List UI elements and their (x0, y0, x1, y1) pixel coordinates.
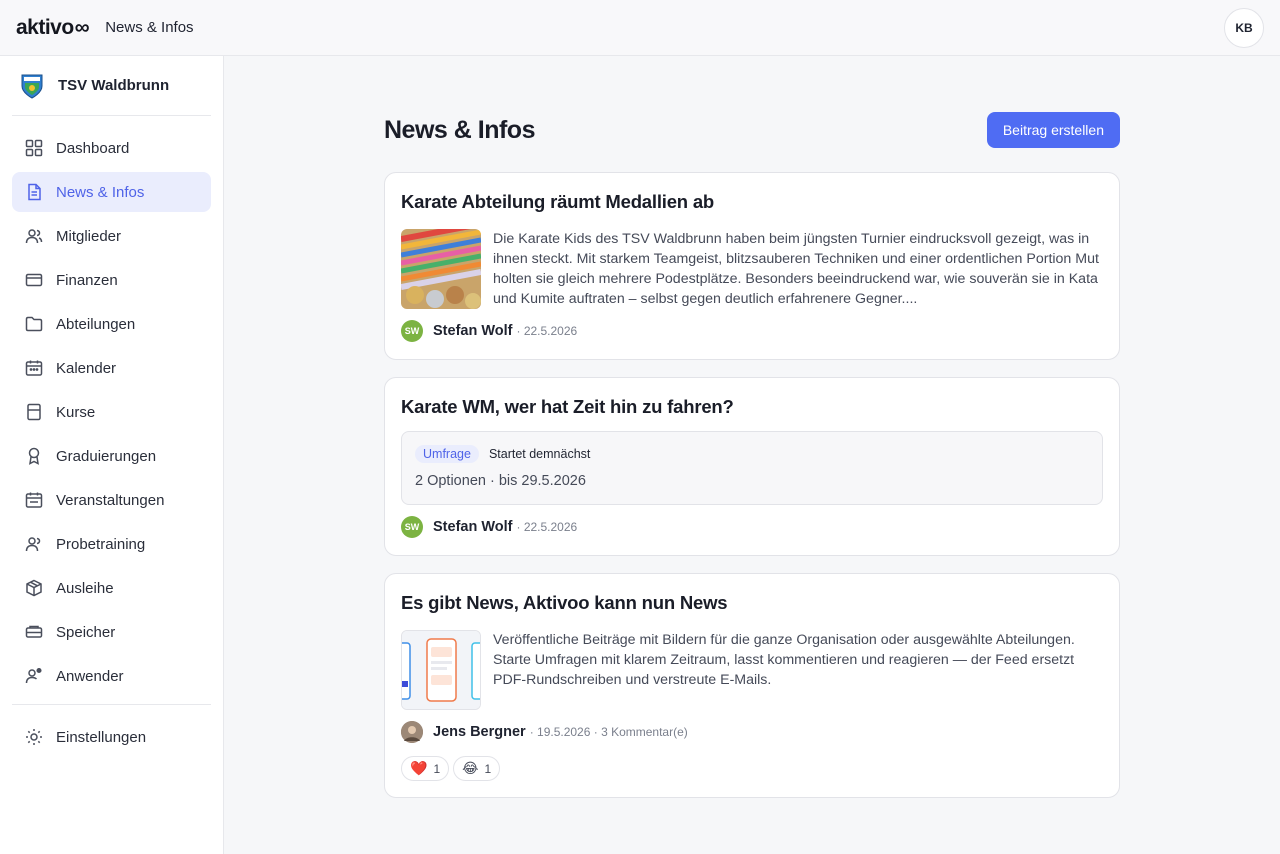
post-excerpt: Die Karate Kids des TSV Waldbrunn haben … (493, 231, 1099, 307)
poll-header: Umfrage Startet demnächst (415, 444, 1090, 464)
sidebar-divider (12, 704, 211, 705)
post-date-comments: · 19.5.2026 · 3 Kommentar(e) (529, 725, 688, 739)
topbar: aktivo ∞ News & Infos KB (0, 0, 1280, 56)
poll-badge: Umfrage (415, 445, 479, 463)
sidebar-item-ausleihe[interactable]: Ausleihe (12, 568, 211, 608)
user-cog-icon (25, 667, 42, 684)
sidebar-item-finanzen[interactable]: Finanzen (12, 260, 211, 300)
post-excerpt: Veröffentliche Beiträge mit Bildern für … (493, 632, 1075, 688)
heart-emoji-icon: ❤️ (410, 760, 428, 776)
book-icon (27, 403, 41, 421)
users-icon (25, 229, 43, 244)
post-title: Karate WM, wer hat Zeit hin zu fahren? (401, 396, 734, 417)
poll-status: Startet demnächst (488, 447, 591, 461)
post-meta: SW Stefan Wolf · 22.5.2026 (401, 515, 1103, 539)
sun-gear-icon (26, 729, 42, 745)
sidebar-item-veranstaltungen[interactable]: Veranstaltungen (12, 480, 211, 520)
post-thumbnail-app-screens[interactable] (401, 630, 481, 710)
post-title: Es gibt News, Aktivoo kann nun News (401, 592, 728, 613)
org-name: TSV Waldbrunn (58, 77, 170, 94)
sidebar-item-label: Speicher (56, 623, 116, 641)
calendar-icon (25, 360, 43, 376)
post-body: Die Karate Kids des TSV Waldbrunn haben … (401, 229, 1103, 309)
topbar-page-label: News & Infos (105, 19, 194, 36)
poll-info: 2 Optionen · bis 29.5.2026 (415, 473, 586, 489)
storage-icon (25, 625, 43, 638)
sidebar-item-mitglieder[interactable]: Mitglieder (12, 216, 211, 256)
sidebar-item-label: Abteilungen (56, 315, 136, 333)
sidebar-item-label: Anwender (56, 667, 124, 685)
post-card[interactable]: Karate WM, wer hat Zeit hin zu fahren? U… (384, 377, 1120, 556)
page-header: News & Infos Beitrag erstellen (384, 112, 1120, 148)
sidebar-item-abteilungen[interactable]: Abteilungen (12, 304, 211, 344)
sidebar-item-kalender[interactable]: Kalender (12, 348, 211, 388)
post-title: Karate Abteilung räumt Medallien ab (401, 191, 715, 212)
post-thumbnail-medals[interactable] (401, 229, 481, 309)
post-body: Veröffentliche Beiträge mit Bildern für … (401, 630, 1103, 710)
reaction-count: 1 (433, 761, 441, 776)
author-name: Stefan Wolf (433, 323, 513, 339)
main-content: News & Infos Beitrag erstellen Karate Ab… (384, 112, 1120, 815)
page-title: News & Infos (384, 115, 535, 144)
org-crest-icon (21, 74, 43, 99)
sidebar-item-anwender[interactable]: Anwender (12, 656, 211, 696)
wallet-icon (25, 273, 43, 287)
award-icon (28, 447, 40, 465)
reaction-heart[interactable]: ❤️ 1 (401, 756, 450, 781)
reaction-laugh[interactable]: 😂 1 (453, 756, 501, 781)
calendar-event-icon (25, 492, 43, 508)
author-photo-avatar (401, 721, 423, 743)
users-icon (25, 537, 41, 552)
sidebar-item-einstellungen[interactable]: Einstellungen (12, 717, 211, 757)
org-switcher[interactable]: TSV Waldbrunn (12, 56, 211, 116)
brand-suffix: ∞ (74, 15, 90, 39)
sidebar-item-news[interactable]: News & Infos (12, 172, 211, 212)
create-post-button[interactable]: Beitrag erstellen (986, 112, 1120, 148)
grid-icon (25, 139, 43, 157)
sidebar-item-label: Graduierungen (56, 447, 157, 465)
sidebar-item-speicher[interactable]: Speicher (12, 612, 211, 652)
sidebar-item-label: Probetraining (56, 535, 146, 553)
user-avatar[interactable]: KB (1224, 8, 1264, 48)
sidebar-item-dashboard[interactable]: Dashboard (12, 128, 211, 168)
sidebar-item-label: Finanzen (56, 271, 118, 289)
reaction-count: 1 (484, 761, 492, 776)
document-icon (28, 183, 41, 201)
author-avatar: SW (401, 516, 423, 538)
sidebar-item-label: Ausleihe (56, 579, 114, 597)
post-card[interactable]: Es gibt News, Aktivoo kann nun News Verö… (384, 573, 1120, 798)
sidebar-item-label: Veranstaltungen (56, 491, 165, 509)
post-date: · 22.5.2026 (516, 520, 578, 534)
laugh-emoji-icon: 😂 (462, 760, 479, 776)
sidebar-item-label: Einstellungen (56, 728, 147, 746)
reactions: ❤️ 1 😂 1 (401, 756, 1103, 781)
sidebar-item-label: Kalender (56, 359, 117, 377)
post-date: · 22.5.2026 (516, 324, 578, 338)
package-icon (26, 579, 42, 597)
sidebar-item-graduierungen[interactable]: Graduierungen (12, 436, 211, 476)
sidebar-item-label: News & Infos (56, 183, 145, 201)
post-meta: Jens Bergner · 19.5.2026 · 3 Kommentar(e… (401, 720, 1103, 744)
poll-box[interactable]: Umfrage Startet demnächst 2 Optionen · b… (401, 431, 1103, 505)
sidebar-item-kurse[interactable]: Kurse (12, 392, 211, 432)
post-meta: SW Stefan Wolf · 22.5.2026 (401, 319, 1103, 343)
brand-text: aktivo (16, 15, 74, 39)
brand-logo[interactable]: aktivo ∞ (16, 15, 90, 40)
folder-icon (25, 316, 43, 332)
sidebar-item-probetraining[interactable]: Probetraining (12, 524, 211, 564)
sidebar-item-label: Dashboard (56, 139, 130, 157)
author-name: Jens Bergner (433, 724, 526, 740)
sidebar-item-label: Mitglieder (56, 227, 122, 245)
sidebar-nav: Dashboard News & Infos Mitglieder Finanz… (0, 116, 223, 757)
sidebar-item-label: Kurse (56, 403, 96, 421)
author-name: Stefan Wolf (433, 519, 513, 535)
post-card[interactable]: Karate Abteilung räumt Medallien ab Die … (384, 172, 1120, 360)
sidebar: TSV Waldbrunn Dashboard News & Infos Mit… (0, 56, 224, 854)
author-avatar: SW (401, 320, 423, 342)
